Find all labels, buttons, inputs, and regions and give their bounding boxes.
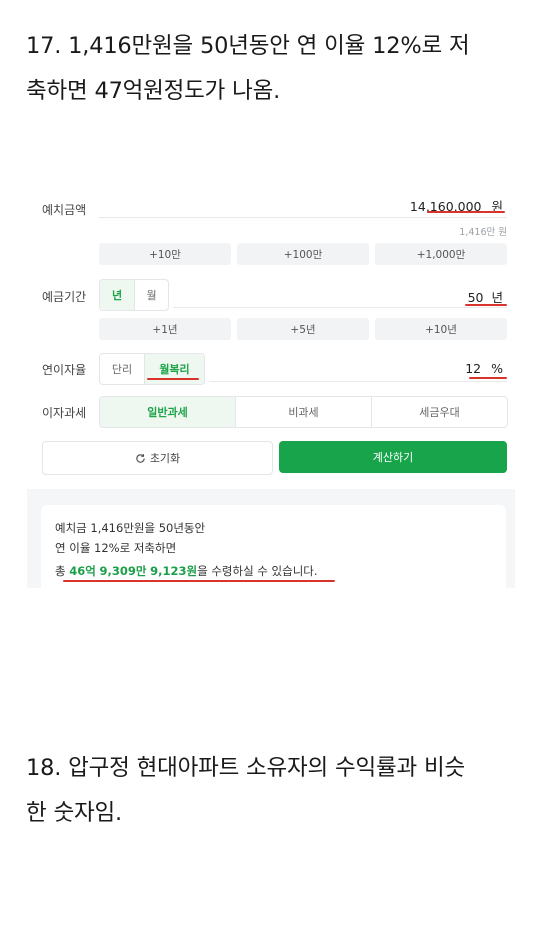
tax-label: 이자과세: [42, 406, 87, 420]
tax-option-preferential[interactable]: 세금우대: [371, 397, 507, 427]
rate-input-line: [209, 381, 507, 382]
rate-value: 12: [465, 361, 482, 376]
rate-type-simple[interactable]: 단리: [100, 354, 144, 384]
period-input-line: [173, 307, 507, 308]
rate-input[interactable]: 12 %: [423, 361, 503, 376]
result-amount-won: 9,123원: [150, 564, 198, 578]
period-add-10y-button[interactable]: +10년: [375, 318, 507, 340]
rate-type-toggle: 단리 월복리: [99, 353, 205, 385]
rate-unit: %: [491, 361, 503, 376]
period-red-underline: [465, 304, 507, 306]
reset-button[interactable]: 초기화: [42, 441, 273, 475]
deposit-label: 예치금액: [42, 203, 87, 217]
period-unit-toggle: 년 월: [99, 279, 169, 311]
item-18-line-1: 18. 압구정 현대아파트 소유자의 수익률과 비슷: [26, 755, 465, 781]
deposit-input-line: [99, 217, 507, 218]
rate-red-underline: [469, 377, 507, 379]
period-unit-year[interactable]: 년: [100, 280, 134, 310]
result-suffix: 을 수령하실 수 있습니다.: [197, 564, 318, 578]
result-red-underline: [63, 580, 335, 582]
post-item-18: 18. 압구정 현대아파트 소유자의 수익률과 비슷 한 숫자임.: [26, 746, 516, 836]
tax-option-general[interactable]: 일반과세: [100, 397, 235, 427]
calculate-button[interactable]: 계산하기: [279, 441, 507, 473]
result-line-3: 총 46억 9,309만 9,123원을 수령하실 수 있습니다.: [55, 563, 318, 579]
tax-option-exempt[interactable]: 비과세: [235, 397, 371, 427]
period-unit-month[interactable]: 월: [134, 280, 168, 310]
item-18-line-2: 한 숫자임.: [26, 800, 122, 826]
result-amount-eok: 46억: [69, 564, 96, 578]
deposit-red-underline: [427, 211, 505, 213]
result-card: 예치금 1,416만원을 50년동안 연 이율 12%로 저축하면 총 46억 …: [41, 505, 506, 588]
period-unit: 년: [491, 290, 503, 305]
period-label: 예금기간: [42, 290, 87, 304]
deposit-subtext: 1,416만 원: [459, 227, 507, 238]
post-item-17: 17. 1,416만원을 50년동안 연 이율 12%로 저 축하면 47억원정…: [26, 24, 516, 114]
deposit-add-1000man-button[interactable]: +1,000만: [375, 243, 507, 265]
deposit-add-10man-button[interactable]: +10만: [99, 243, 231, 265]
rate-label: 연이자율: [42, 363, 87, 377]
period-value: 50: [467, 290, 484, 305]
tax-type-toggle: 일반과세 비과세 세금우대: [99, 396, 508, 428]
savings-calculator: 예치금액 14,160,000 원 1,416만 원 +10만 +100만 +1…: [27, 183, 515, 588]
result-line-2: 연 이율 12%로 저축하면: [55, 541, 177, 555]
result-amount-man: 9,309만: [99, 564, 147, 578]
result-prefix: 총: [55, 564, 70, 578]
deposit-add-100man-button[interactable]: +100만: [237, 243, 369, 265]
reset-label: 초기화: [149, 452, 181, 465]
refresh-icon: [136, 453, 145, 463]
item-17-line-1: 17. 1,416만원을 50년동안 연 이율 12%로 저: [26, 33, 470, 59]
period-add-1y-button[interactable]: +1년: [99, 318, 231, 340]
item-17-line-2: 축하면 47억원정도가 나옴.: [26, 78, 281, 104]
period-add-5y-button[interactable]: +5년: [237, 318, 369, 340]
rate-type-red-underline: [147, 378, 199, 380]
result-line-1: 예치금 1,416만원을 50년동안: [55, 521, 206, 535]
